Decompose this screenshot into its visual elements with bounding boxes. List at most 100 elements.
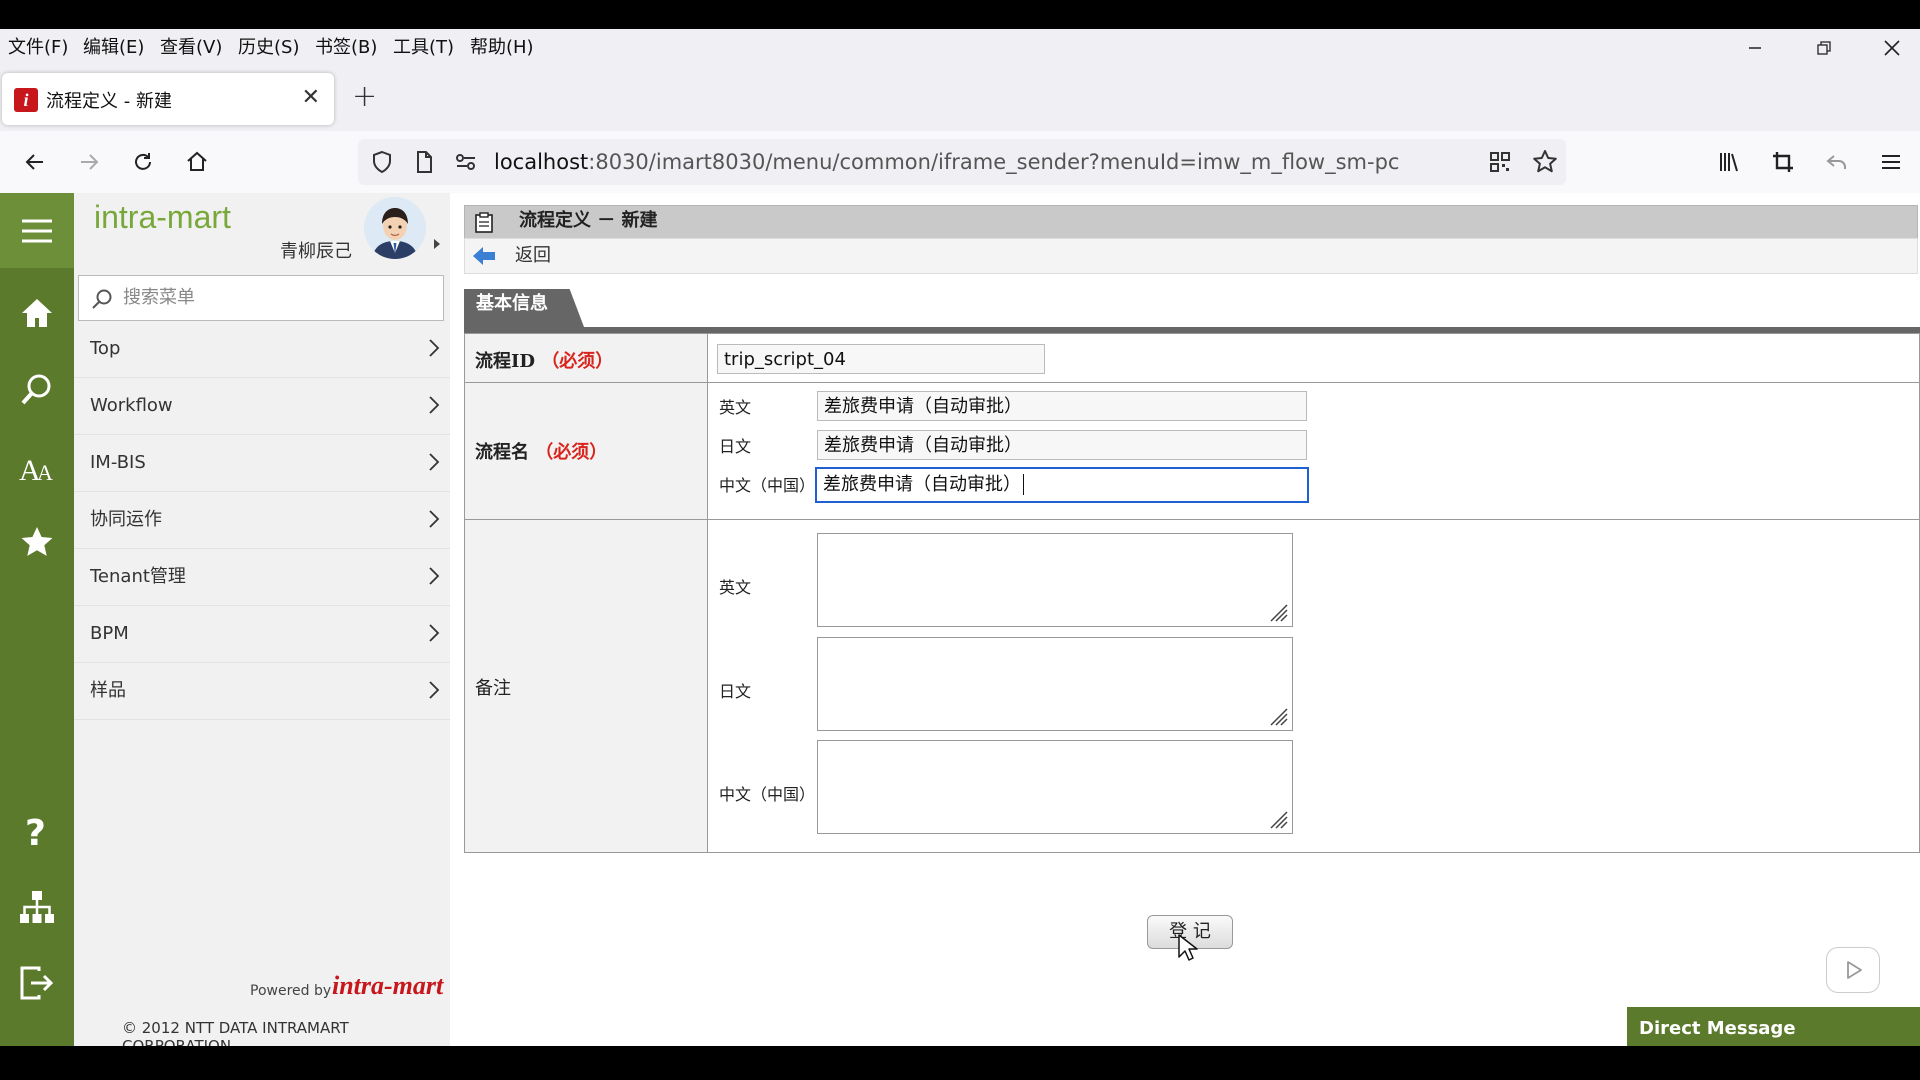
sidebar-item-tenant[interactable]: Tenant管理 — [74, 548, 450, 606]
user-name[interactable]: 青柳辰己 — [74, 237, 352, 263]
remarks-ja-textarea[interactable] — [817, 637, 1293, 731]
sidebar-item-label: IM-BIS — [90, 452, 146, 473]
label-column — [465, 334, 708, 852]
font-size-icon: AA — [19, 454, 53, 484]
library-icon — [1720, 153, 1738, 172]
rail-favorites[interactable] — [0, 513, 74, 573]
sidebar-item-im-bis[interactable]: IM-BIS — [74, 434, 450, 492]
remarks-en-textarea[interactable] — [817, 533, 1293, 627]
arrow-left-icon — [25, 154, 43, 170]
menu-help[interactable]: 帮助(H) — [470, 29, 534, 67]
sidebar-item-samples[interactable]: 样品 — [74, 662, 450, 720]
address-bar[interactable]: localhost:8030/imart8030/menu/common/ifr… — [358, 139, 1566, 185]
qr-code-icon[interactable] — [1488, 150, 1512, 174]
crop-icon — [1773, 152, 1793, 172]
sidebar-item-label: Tenant管理 — [90, 566, 186, 587]
rail-search[interactable] — [0, 359, 74, 419]
tab-close-icon[interactable]: ✕ — [302, 85, 320, 110]
shield-icon[interactable] — [370, 150, 394, 174]
flow-id-label: 流程ID （必须） — [475, 347, 613, 373]
flow-name-zh-input[interactable]: 差旅费申请（自动审批）​ — [815, 467, 1309, 503]
minimize-button[interactable] — [1727, 29, 1783, 67]
menu-tools[interactable]: 工具(T) — [393, 29, 454, 67]
home-button[interactable] — [178, 143, 216, 181]
copyright: © 2012 NTT DATA INTRAMART CORPORATION — [122, 1019, 349, 1046]
brand-text: intra-mart — [332, 971, 444, 1000]
powered-by-text: Powered by — [250, 983, 332, 999]
rail-font-size[interactable]: AA — [0, 437, 74, 497]
forward-button[interactable] — [70, 143, 108, 181]
close-window-button[interactable] — [1864, 29, 1920, 67]
navigation-bar: localhost:8030/imart8030/menu/common/ifr… — [0, 131, 1920, 194]
section-tab-label: 基本信息 — [476, 293, 548, 314]
avatar[interactable] — [364, 197, 426, 259]
browser-tab[interactable]: i 流程定义 - 新建 ✕ — [2, 73, 334, 125]
sidebar-item-top[interactable]: Top — [74, 320, 450, 378]
chevron-right-icon — [429, 453, 440, 471]
rail-help[interactable]: ? — [0, 801, 74, 861]
rail-logout[interactable] — [0, 953, 74, 1013]
row-divider — [465, 519, 1919, 520]
resize-grip-icon[interactable] — [1268, 809, 1288, 829]
back-arrow-icon[interactable] — [471, 245, 497, 267]
flow-name-zh-value: 差旅费申请（自动审批） — [823, 474, 1021, 495]
undo-button[interactable] — [1818, 143, 1856, 181]
url-text[interactable]: localhost:8030/imart8030/menu/common/ifr… — [494, 139, 1399, 185]
sidebar-item-label: Top — [90, 338, 121, 359]
sidebar-item-workflow[interactable]: Workflow — [74, 377, 450, 435]
back-button[interactable] — [16, 143, 54, 181]
sidebar-item-bpm[interactable]: BPM — [74, 605, 450, 663]
flow-id-input[interactable]: trip_script_04 — [717, 344, 1045, 374]
direct-message-panel[interactable]: Direct Message — [1627, 1007, 1920, 1046]
reload-button[interactable] — [124, 143, 162, 181]
svg-text:?: ? — [25, 813, 46, 851]
menu-file[interactable]: 文件(F) — [8, 29, 68, 67]
page-icon[interactable] — [412, 150, 436, 174]
sidebar-item-label: Workflow — [90, 395, 173, 416]
library-button[interactable] — [1710, 143, 1748, 181]
intra-mart-favicon-icon: i — [14, 88, 38, 112]
menu-edit[interactable]: 编辑(E) — [83, 29, 144, 67]
flow-name-label: 流程名 （必须） — [475, 438, 607, 464]
required-marker: （必须） — [541, 351, 614, 372]
sidebar-item-collaboration[interactable]: 协同运作 — [74, 491, 450, 549]
home-icon — [22, 299, 52, 327]
flow-name-en-label: 英文 — [719, 398, 752, 417]
direct-message-label: Direct Message — [1639, 1018, 1796, 1039]
screenshot-button[interactable] — [1764, 143, 1802, 181]
flow-name-en-input[interactable]: 差旅费申请（自动审批） — [817, 391, 1307, 421]
section-tab-basic-info[interactable]: 基本信息 — [464, 289, 584, 327]
user-avatar-icon — [364, 197, 426, 259]
caret-right-icon[interactable] — [432, 237, 442, 251]
remarks-zh-label: 中文（中国） — [719, 785, 816, 804]
rail-menu-toggle[interactable] — [0, 193, 74, 268]
permissions-icon[interactable] — [454, 150, 478, 174]
sidebar-item-label: 样品 — [90, 680, 126, 701]
sitemap-icon — [20, 891, 54, 923]
resize-grip-icon[interactable] — [1268, 706, 1288, 726]
menu-search-input[interactable]: 搜索菜单 — [78, 275, 444, 321]
play-widget-button[interactable] — [1826, 947, 1880, 993]
home-icon — [187, 151, 207, 171]
flow-name-label-text: 流程名 — [475, 442, 529, 463]
rail-home[interactable] — [0, 283, 74, 343]
rail-sitemap[interactable] — [0, 877, 74, 937]
chevron-right-icon — [429, 681, 440, 699]
new-tab-button[interactable]: + — [352, 79, 377, 114]
menu-view[interactable]: 查看(V) — [160, 29, 222, 67]
flow-name-ja-label: 日文 — [719, 437, 752, 456]
restore-button[interactable] — [1796, 29, 1852, 67]
remarks-zh-textarea[interactable] — [817, 740, 1293, 834]
resize-grip-icon[interactable] — [1268, 602, 1288, 622]
search-icon — [92, 289, 112, 309]
flow-name-ja-input[interactable]: 差旅费申请（自动审批） — [817, 430, 1307, 460]
hamburger-icon — [22, 219, 52, 242]
url-host: localhost — [494, 150, 589, 174]
flow-name-zh-label: 中文（中国） — [719, 476, 816, 495]
app-menu-button[interactable] — [1872, 143, 1910, 181]
intra-mart-app: AA ? intra-mart 青柳辰己 搜索菜单 Top Workflow I… — [0, 193, 1920, 1046]
menu-bookmarks[interactable]: 书签(B) — [315, 29, 377, 67]
menu-history[interactable]: 历史(S) — [238, 29, 299, 67]
star-icon[interactable] — [1532, 149, 1558, 175]
back-link[interactable]: 返回 — [515, 239, 551, 273]
